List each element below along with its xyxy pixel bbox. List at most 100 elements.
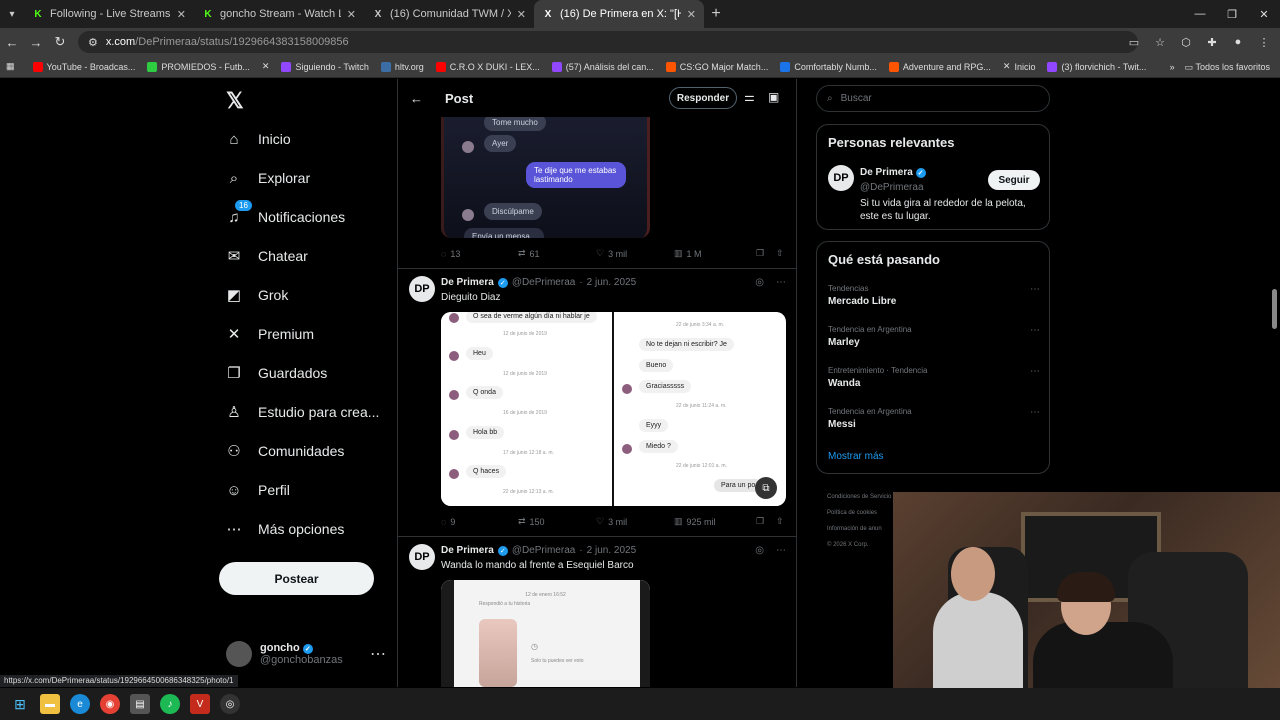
bookmark-csgo[interactable]: CS:GO Major Match... [660, 61, 775, 72]
sidebar-item-inicio[interactable]: ⌂ Inicio [226, 131, 290, 148]
post-button[interactable]: Postear [219, 562, 374, 595]
bookmark-button[interactable]: ❐ [756, 248, 776, 259]
windows-start-icon[interactable]: ⊞ [10, 694, 30, 714]
all-favorites[interactable]: ▭ Todos los favoritos [1185, 62, 1270, 73]
views-button[interactable]: ▥ 1 M [674, 248, 756, 259]
restore-icon[interactable]: ❐ [1216, 0, 1248, 28]
repost-button[interactable]: ⇄ 150 [518, 516, 596, 527]
sidebar-item-perfil[interactable]: ☺ Perfil [226, 482, 290, 499]
tweet-image-right[interactable]: 22 de junio 3:34 a. m. No te dejan ni es… [614, 312, 785, 506]
bookmark-adventure[interactable]: Adventure and RPG... [883, 61, 997, 72]
star-icon[interactable]: ☆ [1150, 32, 1170, 52]
back-arrow-icon[interactable]: ← [410, 91, 423, 106]
more-icon[interactable]: ⋯ [370, 644, 386, 664]
account-switcher[interactable]: goncho ✓ @gonchobanzas ⋯ [226, 641, 386, 667]
minimize-icon[interactable]: — [1184, 0, 1216, 28]
tab-search-dropdown[interactable]: ▾ [0, 0, 24, 28]
bookmark-x[interactable]: ✕ [256, 61, 276, 72]
sidebar-item-mas-opciones[interactable]: ⋯ Más opciones [226, 521, 345, 538]
layout-icon[interactable]: ▣ [768, 90, 779, 104]
avatar[interactable]: DP [409, 276, 435, 302]
valorant-icon[interactable]: V [190, 694, 210, 714]
browser-tab-2[interactable]: K goncho Stream - Watch Live on Kick ✕ [194, 0, 364, 28]
bookmark-twitch[interactable]: Siguiendo - Twitch [275, 61, 374, 72]
share-button[interactable]: ⇧ [776, 248, 784, 259]
profile-icon[interactable]: ● [1228, 32, 1248, 52]
browser-tab-1[interactable]: K Following - Live Streams on Kick ✕ [24, 0, 194, 28]
trend-item[interactable]: Tendencias Mercado Libre ⋯ [828, 284, 1040, 307]
close-window-icon[interactable]: ✕ [1248, 0, 1280, 28]
browser-tab-3[interactable]: X (16) Comunidad TWM / X ✕ [364, 0, 534, 28]
tweet-image[interactable]: 12 de enero 16:52 Respondió a tu histori… [441, 580, 650, 687]
scrollbar[interactable] [1272, 289, 1277, 329]
views-button[interactable]: ▥ 925 mil [674, 516, 756, 527]
share-button[interactable]: ⇧ [776, 516, 784, 527]
bookmark-promiedos[interactable]: PROMIEDOS - Futb... [141, 61, 256, 72]
more-icon[interactable]: ⋯ [776, 277, 786, 288]
bookmark-hltv[interactable]: hltv.org [375, 61, 430, 72]
bookmark-youtube[interactable]: YouTube - Broadcas... [27, 61, 142, 72]
file-explorer-icon[interactable]: ▬ [40, 694, 60, 714]
close-icon[interactable]: ✕ [687, 8, 696, 21]
bookmark-duki[interactable]: C.R.O X DUKI - LEX... [430, 61, 546, 72]
filter-icon[interactable]: ⚌ [744, 90, 755, 104]
sidebar-item-notificaciones[interactable]: ♫ 16 Notificaciones [226, 200, 345, 226]
reload-icon[interactable]: ↻ [48, 28, 72, 56]
sidebar-item-comunidades[interactable]: ⚇ Comunidades [226, 443, 344, 460]
show-more-link[interactable]: Mostrar más [828, 451, 884, 462]
url-input[interactable]: ⚙ x.com/DePrimeraa/status/19296643831580… [78, 31, 1138, 53]
tweet-image-pair[interactable]: O sea de verme algún día ni hablar je 12… [441, 312, 786, 506]
grok-icon[interactable]: ◎ [755, 277, 764, 288]
tweet-image-left[interactable]: O sea de verme algún día ni hablar je 12… [441, 312, 612, 506]
sidebar-item-explorar[interactable]: ⌕ Explorar [226, 170, 310, 187]
chevron-right-icon[interactable]: » [1170, 62, 1175, 72]
site-info-icon[interactable]: ⚙ [88, 36, 98, 49]
tweet-image-chat-dark[interactable]: Tome mucho Ayer Te dije que me estabas l… [441, 117, 650, 238]
sidebar-item-estudio[interactable]: ♙ Estudio para crea... [226, 404, 379, 421]
reply-button[interactable]: ◌ 9 [441, 516, 518, 527]
new-tab-button[interactable]: + [704, 5, 728, 23]
cast-icon[interactable]: ▭ [1124, 32, 1144, 52]
spotify-icon[interactable]: ♪ [160, 694, 180, 714]
forward-icon[interactable]: → [24, 28, 48, 56]
menu-icon[interactable]: ⋮ [1254, 32, 1274, 52]
bookmark-analisis[interactable]: (57) Análisis del can... [546, 61, 660, 72]
bookmark-button[interactable]: ❐ [756, 516, 776, 527]
trend-item[interactable]: Tendencia en Argentina Messi ⋯ [828, 407, 1040, 430]
more-icon[interactable]: ⋯ [1030, 284, 1040, 295]
sidebar-item-chatear[interactable]: ✉ Chatear [226, 248, 308, 265]
avatar[interactable]: DP [828, 165, 854, 191]
bookmark-comfortably[interactable]: Comfortably Numb... [774, 61, 883, 72]
edge-icon[interactable]: e [70, 694, 90, 714]
image-tag-icon[interactable]: ⧉ [755, 477, 777, 499]
close-icon[interactable]: ✕ [177, 8, 186, 21]
grok-icon[interactable]: ◎ [755, 545, 764, 556]
back-icon[interactable]: ← [0, 28, 24, 56]
reply-header-button[interactable]: Responder [669, 87, 737, 109]
x-logo-icon[interactable]: 𝕏 [226, 88, 244, 114]
close-icon[interactable]: ✕ [347, 8, 356, 21]
more-icon[interactable]: ⋯ [1030, 407, 1040, 418]
search-input[interactable]: ⌕ Buscar [816, 85, 1050, 112]
repost-button[interactable]: ⇄ 61 [518, 248, 596, 259]
more-icon[interactable]: ⋯ [1030, 325, 1040, 336]
browser-tab-4[interactable]: X (16) De Primera en X: "[Hilo] a... ✕ [534, 0, 704, 28]
avatar[interactable]: DP [409, 544, 435, 570]
reply-button[interactable]: ◌ 13 [441, 248, 518, 259]
bookmark-inicio[interactable]: ✕ Inicio [997, 61, 1042, 72]
chrome-icon[interactable]: ◉ [100, 694, 120, 714]
puzzle-icon[interactable]: ✚ [1202, 32, 1222, 52]
extension-icon[interactable]: ⬡ [1176, 32, 1196, 52]
like-button[interactable]: ♡ 3 mil [596, 248, 674, 259]
more-icon[interactable]: ⋯ [776, 545, 786, 556]
obs-icon[interactable]: ◎ [220, 694, 240, 714]
bookmark-florvichich[interactable]: (3) florvichich - Twit... [1041, 61, 1152, 72]
app-icon[interactable]: ▤ [130, 694, 150, 714]
sidebar-item-grok[interactable]: ◩ Grok [226, 287, 288, 304]
apps-icon[interactable]: ▦ [6, 61, 15, 72]
trend-item[interactable]: Entretenimiento · Tendencia Wanda ⋯ [828, 366, 1040, 389]
sidebar-item-guardados[interactable]: ❐ Guardados [226, 365, 327, 382]
more-icon[interactable]: ⋯ [1030, 366, 1040, 377]
follow-button[interactable]: Seguir [988, 170, 1040, 190]
trend-item[interactable]: Tendencia en Argentina Marley ⋯ [828, 325, 1040, 348]
